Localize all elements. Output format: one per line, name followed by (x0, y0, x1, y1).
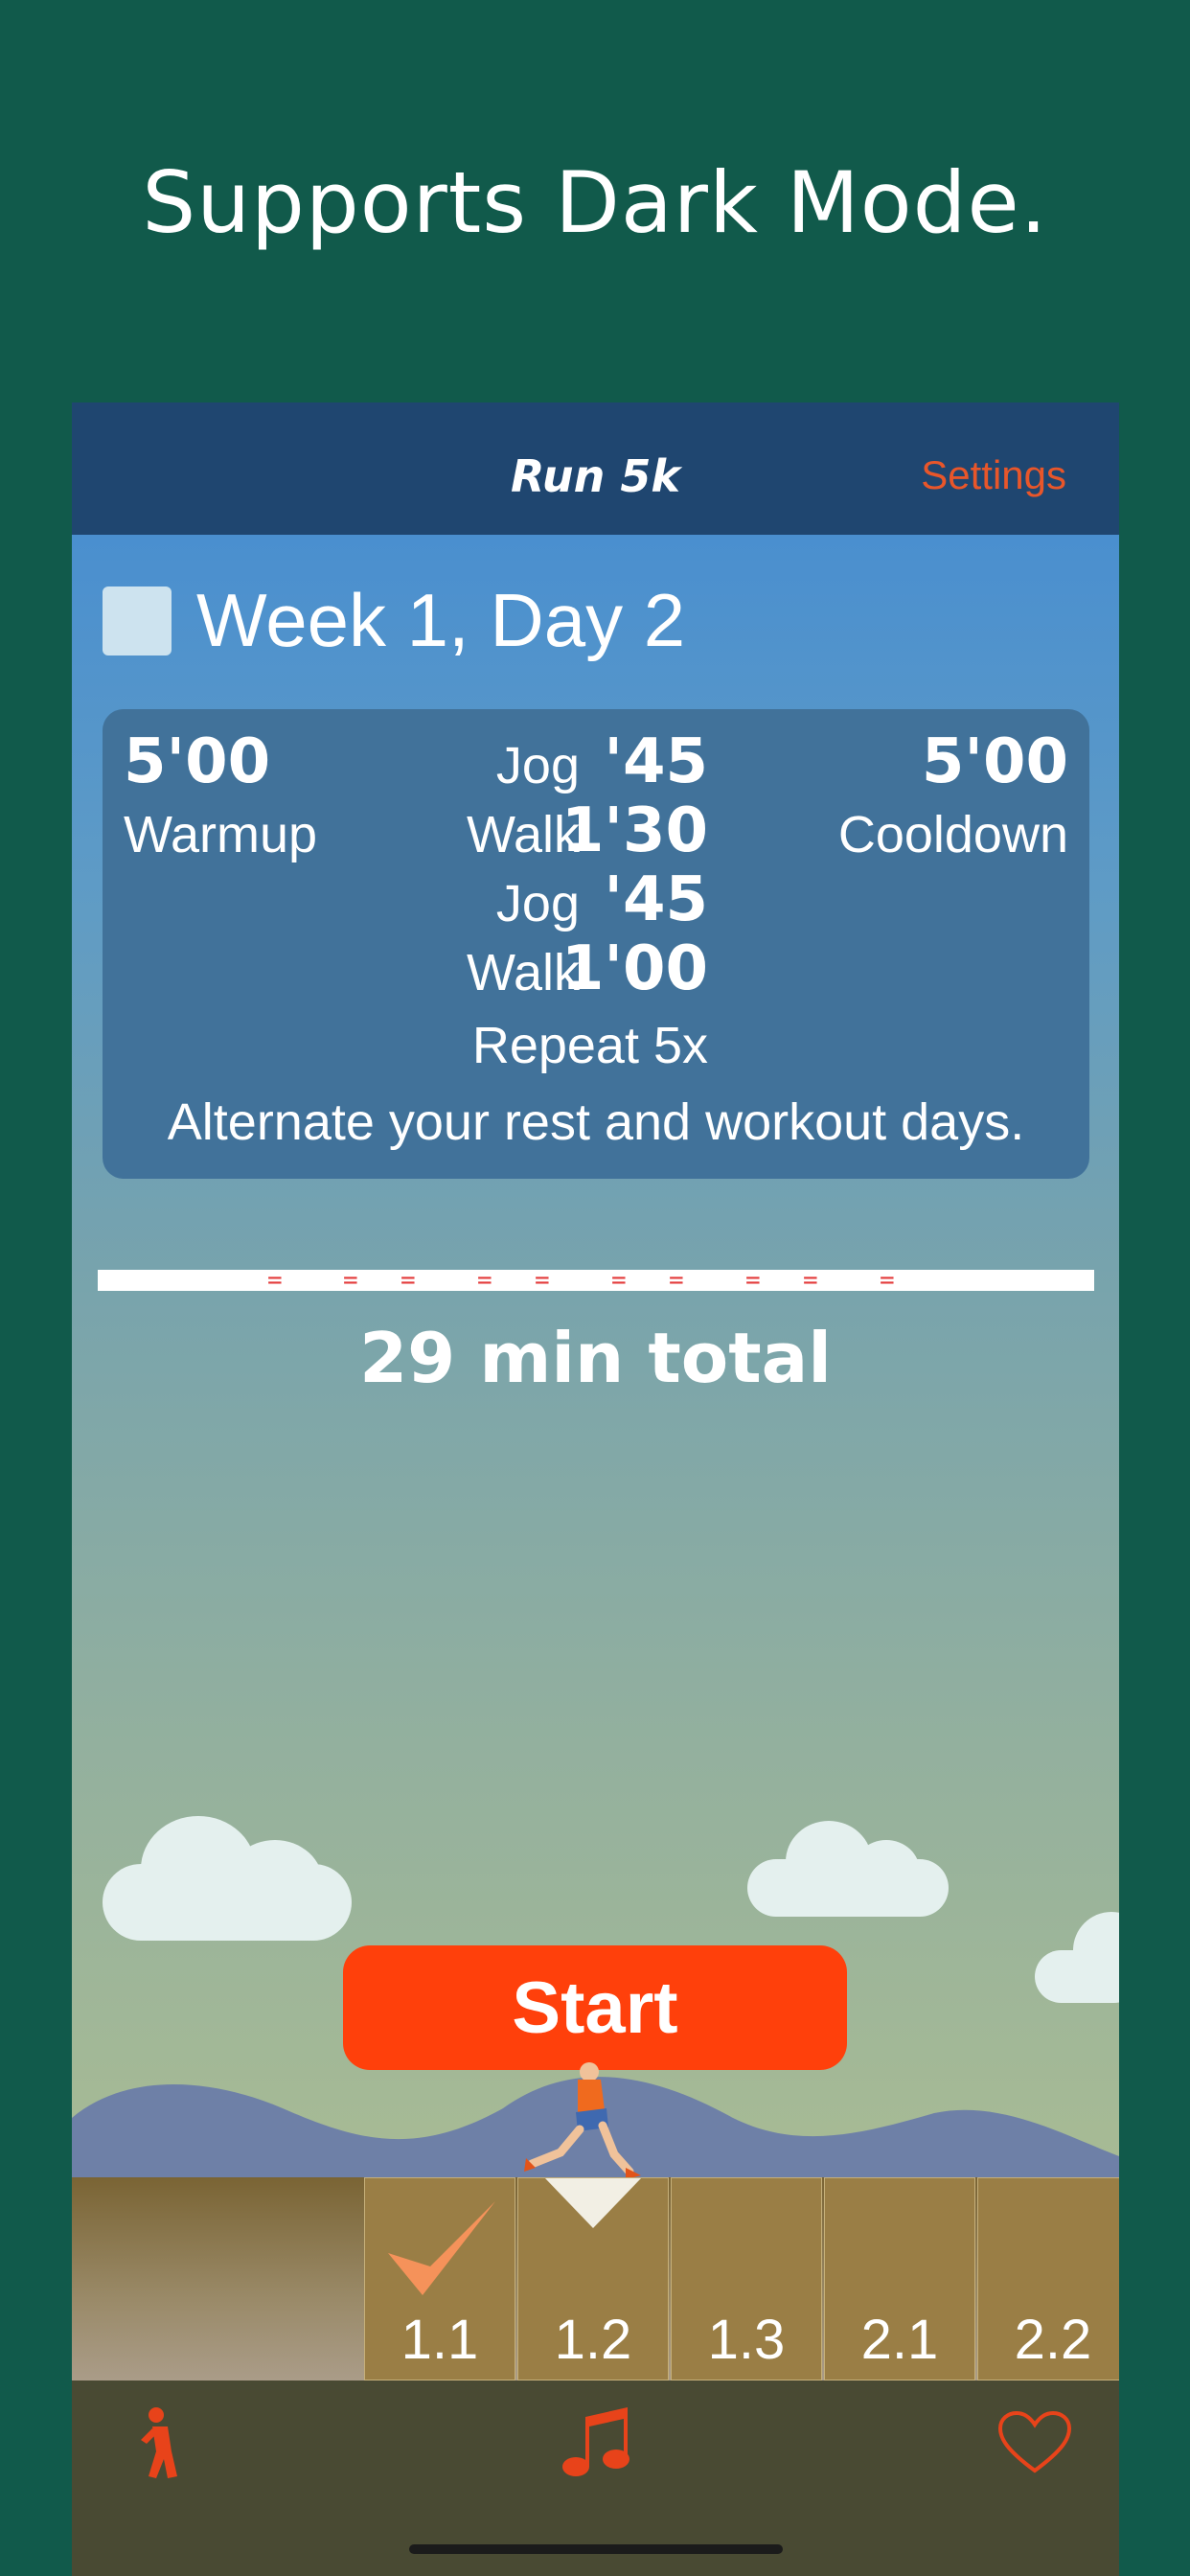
heart-icon (997, 2410, 1072, 2473)
workout-selector: 1.1 1.2 1.3 2.1 2.2 (364, 2177, 1119, 2380)
interval-marker: = (267, 1266, 283, 1295)
checkmark-icon (388, 2201, 495, 2295)
day-header: Week 1, Day 2 (103, 577, 685, 664)
workout-tile[interactable]: 1.1 (364, 2177, 515, 2380)
interval-marker: = (611, 1266, 627, 1295)
runner-figure (524, 2062, 641, 2179)
warmup-label: Warmup (124, 806, 318, 863)
interval-timeline: = = = = = = = = = = (98, 1266, 1094, 1295)
app-screen: Run 5k Settings Week 1, Day 2 5'00 Warmu… (72, 402, 1119, 2576)
workout-label: 2.2 (1014, 2309, 1092, 2371)
cloud-decoration (1035, 1912, 1119, 2008)
workout-label: 1.2 (554, 2309, 632, 2371)
cloud-decoration (747, 1821, 949, 1917)
warmup-time: 5'00 (124, 726, 271, 797)
workout-label: 2.1 (860, 2309, 939, 2371)
tab-music[interactable] (561, 2405, 631, 2486)
current-indicator-icon (545, 2178, 641, 2228)
interval-marker: = (803, 1266, 818, 1295)
workout-tile[interactable]: 1.3 (671, 2177, 822, 2380)
home-indicator (409, 2544, 783, 2554)
interval-time: 1'30 (561, 795, 708, 866)
interval-marker: = (745, 1266, 761, 1295)
workout-label: 1.3 (707, 2309, 786, 2371)
workout-tile-current[interactable]: 1.2 (517, 2177, 669, 2380)
interval-marker: = (880, 1266, 895, 1295)
interval-time: '45 (604, 864, 708, 935)
tab-stretch[interactable] (139, 2405, 187, 2486)
stretch-figure-icon (141, 2407, 177, 2478)
cloud-decoration (103, 1806, 352, 1941)
interval-time: 1'00 (561, 933, 708, 1004)
cooldown-label: Cooldown (837, 806, 1068, 863)
interval-marker: = (477, 1266, 492, 1295)
music-note-icon (562, 2407, 629, 2476)
interval-time: '45 (604, 726, 708, 797)
interval-marker: = (400, 1266, 416, 1295)
settings-button[interactable]: Settings (921, 452, 1066, 498)
interval-marker: = (535, 1266, 550, 1295)
cooldown-time: 5'00 (921, 726, 1068, 797)
workout-label: 1.1 (400, 2309, 479, 2371)
interval-label: Jog (495, 737, 580, 794)
workout-tile[interactable]: 2.2 (977, 2177, 1119, 2380)
total-duration: 29 min total (359, 1318, 832, 1398)
workout-plan-card: 5'00 Warmup Jog '45 Walk 1'30 Jog '45 Wa… (103, 709, 1089, 1179)
interval-marker: = (669, 1266, 684, 1295)
navigation-bar: Run 5k Settings (72, 402, 1119, 535)
start-button[interactable]: Start (343, 1945, 847, 2070)
day-title: Week 1, Day 2 (196, 578, 686, 662)
interval-label: Jog (495, 875, 580, 932)
interval-marker: = (343, 1266, 358, 1295)
workout-tile[interactable]: 2.1 (824, 2177, 975, 2380)
tab-favorites[interactable] (996, 2409, 1073, 2480)
headline: Supports Dark Mode. (142, 153, 1048, 252)
rest-tip: Alternate your rest and workout days. (167, 1093, 1025, 1151)
repeat-label: Repeat 5x (471, 1017, 708, 1074)
day-complete-checkbox[interactable] (103, 586, 172, 656)
